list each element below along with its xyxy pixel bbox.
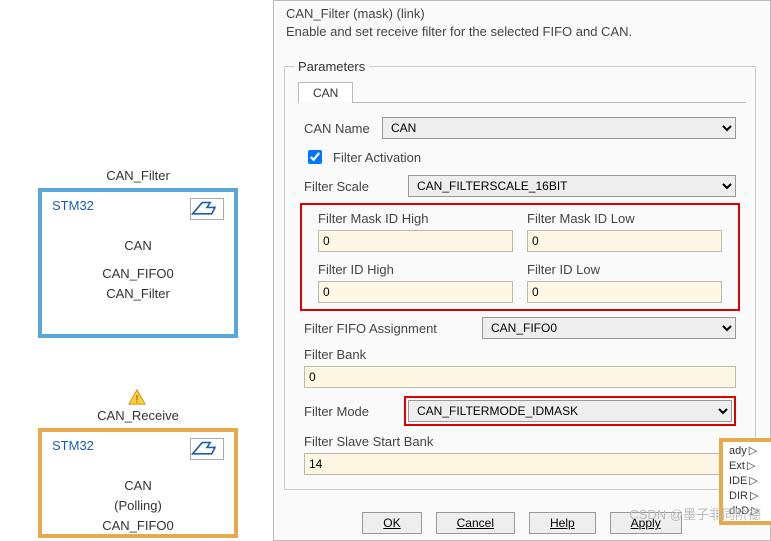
fifo-select[interactable]: CAN_FIFO0 [482,317,736,339]
block-body: CAN (Polling) CAN_FIFO0 [46,476,230,536]
block-can-filter[interactable]: STM32 CAN CAN_FIFO0 CAN_Filter [38,188,238,338]
tab-can[interactable]: CAN [298,82,353,103]
block-label-receive: CAN_Receive [38,408,238,423]
id-high-label: Filter ID High [318,262,513,277]
block-description: CAN_Filter (mask) (link) Enable and set … [286,5,758,41]
warning-icon: ! [128,388,146,406]
highlight-mode: CAN_FILTERMODE_IDMASK [404,396,736,426]
help-button[interactable]: Help [529,512,596,534]
id-low-input[interactable] [527,281,722,303]
mode-label: Filter Mode [304,404,396,419]
can-name-label: CAN Name [304,121,374,136]
stm32-label: STM32 [52,198,94,213]
cancel-button[interactable]: Cancel [436,512,515,534]
property-panel: CAN_Filter (mask) (link) Enable and set … [273,0,771,541]
st-logo-icon [190,198,224,220]
slave-bank-label: Filter Slave Start Bank [304,434,736,449]
bank-input[interactable] [304,366,736,388]
bank-label: Filter Bank [304,347,736,362]
block-body: CAN CAN_FIFO0 CAN_Filter [46,236,230,304]
highlight-mask-id: Filter Mask ID High Filter Mask ID Low F… [300,203,740,311]
filter-scale-select[interactable]: CAN_FILTERSCALE_16BIT [408,175,736,197]
filter-activation-label: Filter Activation [333,150,421,165]
mode-select[interactable]: CAN_FILTERMODE_IDMASK [408,400,732,422]
mask-low-label: Filter Mask ID Low [527,211,722,226]
filter-scale-label: Filter Scale [304,179,400,194]
st-logo-icon [190,438,224,460]
svg-text:!: ! [136,393,139,405]
watermark: CSDN @墨子非同阶德 [629,504,761,523]
mask-high-input[interactable] [318,230,513,252]
id-high-input[interactable] [318,281,513,303]
filter-activation-checkbox[interactable] [308,150,322,164]
ok-button[interactable]: OK [362,512,421,534]
mask-low-input[interactable] [527,230,722,252]
can-name-select[interactable]: CAN [382,117,736,139]
block-label-filter: CAN_Filter [38,168,238,183]
parameters-group: Parameters CAN CAN Name CAN Filter Activ… [284,59,756,490]
block-can-receive[interactable]: STM32 CAN (Polling) CAN_FIFO0 [38,428,238,538]
stm32-label: STM32 [52,438,94,453]
mask-high-label: Filter Mask ID High [318,211,513,226]
parameters-legend: Parameters [294,59,369,74]
slave-bank-input[interactable] [304,453,736,475]
fifo-label: Filter FIFO Assignment [304,321,474,336]
id-low-label: Filter ID Low [527,262,722,277]
